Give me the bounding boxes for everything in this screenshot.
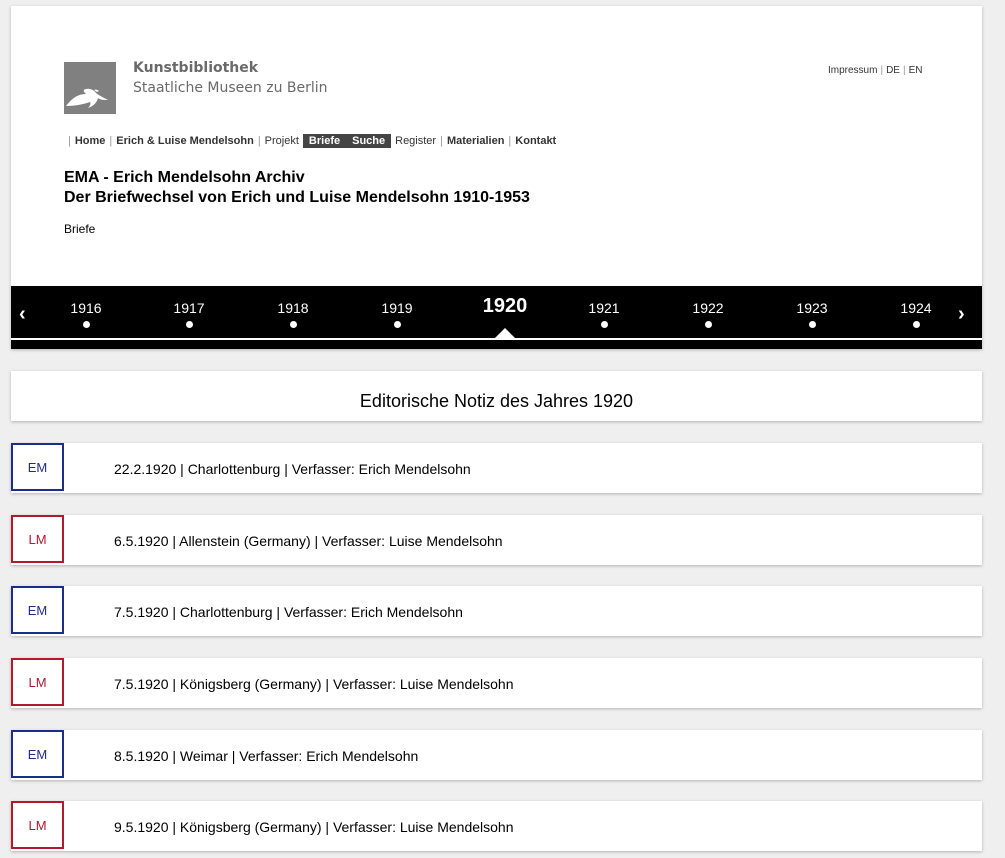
timeline-dot-icon [809,321,816,328]
timeline-year-1924[interactable]: 1924 [886,300,946,316]
page-title: EMA - Erich Mendelsohn Archiv Der Briefw… [64,168,530,208]
timeline-year-1922[interactable]: 1922 [678,300,738,316]
timeline-year-1916[interactable]: 1916 [56,300,116,316]
timeline-line [11,338,982,340]
brand-name[interactable]: Kunstbibliothek Staatliche Museen zu Ber… [133,59,328,99]
timeline-dot-icon [913,321,920,328]
timeline-year-1921[interactable]: 1921 [574,300,634,316]
nav-home[interactable]: Home [75,135,106,147]
separator: | [440,135,443,147]
author-badge: LM [11,658,64,706]
timeline-year-1923[interactable]: 1923 [782,300,842,316]
lang-en-link[interactable]: EN [909,65,923,76]
nav-materialien[interactable]: Materialien [447,135,504,147]
nav-projekt[interactable]: Projekt [265,135,299,147]
chevron-right-icon[interactable]: › [958,303,965,326]
editorial-note-button[interactable]: Editorische Notiz des Jahres 1920 [11,371,982,421]
nav-kontakt[interactable]: Kontakt [515,135,556,147]
nav-briefe[interactable]: Briefe [309,135,340,147]
letter-row[interactable]: LM 6.5.1920 | Allenstein (Germany) | Verf… [11,515,982,565]
timeline-dot-icon [394,321,401,328]
letter-row[interactable]: LM 9.5.1920 | Königsberg (Germany) | Verf… [11,801,982,851]
author-badge: EM [11,586,64,634]
timeline-year-1918[interactable]: 1918 [263,300,323,316]
timeline-year-1917[interactable]: 1917 [159,300,219,316]
page-title-line-1: EMA - Erich Mendelsohn Archiv [64,169,305,186]
letter-summary: 8.5.1920 | Weimar | Verfasser: Erich Men… [114,748,419,764]
letter-row[interactable]: LM 7.5.1920 | Königsberg (Germany) | Verf… [11,658,982,708]
eagle-logo-icon[interactable] [64,62,116,114]
author-badge: EM [11,443,64,491]
chevron-left-icon[interactable]: ‹ [19,303,26,326]
letter-summary: 7.5.1920 | Königsberg (Germany) | Verfas… [114,676,514,692]
timeline-dot-icon [83,321,90,328]
timeline-dot-icon [601,321,608,328]
year-timeline: ‹ › 1916 1917 1918 1919 1920 1921 1922 1923 1924 [11,286,982,349]
timeline-dot-icon [186,321,193,328]
letter-summary: 6.5.1920 | Allenstein (Germany) | Verfas… [114,533,503,549]
lang-de-link[interactable]: DE [886,65,900,76]
letter-row[interactable]: EM 7.5.1920 | Charlottenburg | Verfasser:… [11,586,982,636]
separator: | [880,65,884,76]
separator: | [508,135,512,147]
letter-row[interactable]: EM 22.2.1920 | Charlottenburg | Verfasser… [11,443,982,493]
letter-summary: 7.5.1920 | Charlottenburg | Verfasser: E… [114,604,463,620]
main-nav: | Home | Erich & Luise Mendelsohn | Proj… [64,134,556,148]
timeline-year-1920[interactable]: 1920 [475,295,535,318]
nav-register[interactable]: Register [395,135,436,147]
separator: | [109,135,113,147]
section-label: Briefe [64,222,96,236]
author-badge: LM [11,801,64,849]
author-badge: LM [11,515,64,563]
page-title-line-2: Der Briefwechsel von Erich und Luise Men… [64,189,530,206]
language-switcher: Impressum | DE | EN [828,65,922,76]
brand-line-2: Staatliche Museen zu Berlin [133,80,328,96]
nav-mendelsohn[interactable]: Erich & Luise Mendelsohn [116,135,254,147]
nav-suche[interactable]: Suche [352,135,385,147]
separator: | [68,135,71,147]
separator: | [902,65,906,76]
letter-summary: 22.2.1920 | Charlottenburg | Verfasser: … [114,461,471,477]
nav-active-group: Briefe Suche [302,134,392,148]
brand-line-1: Kunstbibliothek [133,60,259,76]
timeline-dot-icon [705,321,712,328]
letter-row[interactable]: EM 8.5.1920 | Weimar | Verfasser: Erich M… [11,730,982,780]
timeline-dot-icon [290,321,297,328]
impressum-link[interactable]: Impressum [828,65,877,76]
author-badge: EM [11,730,64,778]
timeline-year-1919[interactable]: 1919 [367,300,427,316]
separator: | [257,135,261,147]
letter-summary: 9.5.1920 | Königsberg (Germany) | Verfas… [114,819,514,835]
